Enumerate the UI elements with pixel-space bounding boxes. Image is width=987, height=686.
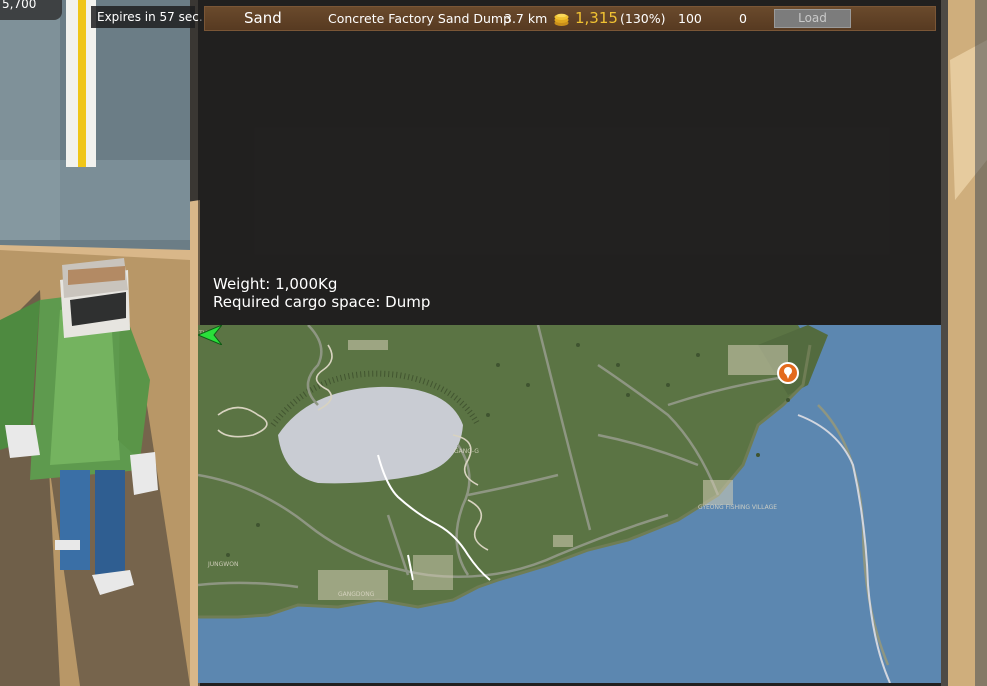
weight-text: Weight: 1,000Kg [213,275,338,293]
destination-name: Concrete Factory Sand Dump [328,11,512,26]
expiry-text: Expires in 57 sec. [97,10,203,24]
cargo-details: Weight: 1,000Kg Required cargo space: Du… [213,275,430,311]
map-pin-icon[interactable] [777,362,799,384]
map-label-fishing-village: GYEONG FISHING VILLAGE [698,504,778,511]
money-counter-text: 5,700 [2,0,37,11]
cargo-space-text: Required cargo space: Dump [213,293,431,311]
job-expiry-badge: Expires in 57 sec. [91,6,203,28]
route-map[interactable]: GANG-G GYEONG FISHING VILLAGE JUNGWON GA… [198,325,941,683]
reward-value: 1,315 [575,9,618,27]
map-terrain [198,325,941,683]
job-stat-a: 100 [678,11,702,26]
coin-icon [553,11,570,27]
reward-bonus: (130%) [620,11,666,26]
player-arrow-icon [198,325,222,345]
distance-value: 3.7 km [504,11,548,26]
cargo-name: Sand [244,9,282,27]
load-button[interactable]: Load [774,9,851,28]
map-label-area: GANG-G [454,448,479,455]
money-counter: 5,700 [0,0,62,20]
map-label-west: JUNGWON [208,561,239,568]
job-row[interactable]: Sand Concrete Factory Sand Dump 3.7 km 1… [204,6,936,31]
map-label-town: GANGDONG [338,591,375,598]
job-stat-b: 0 [739,11,747,26]
